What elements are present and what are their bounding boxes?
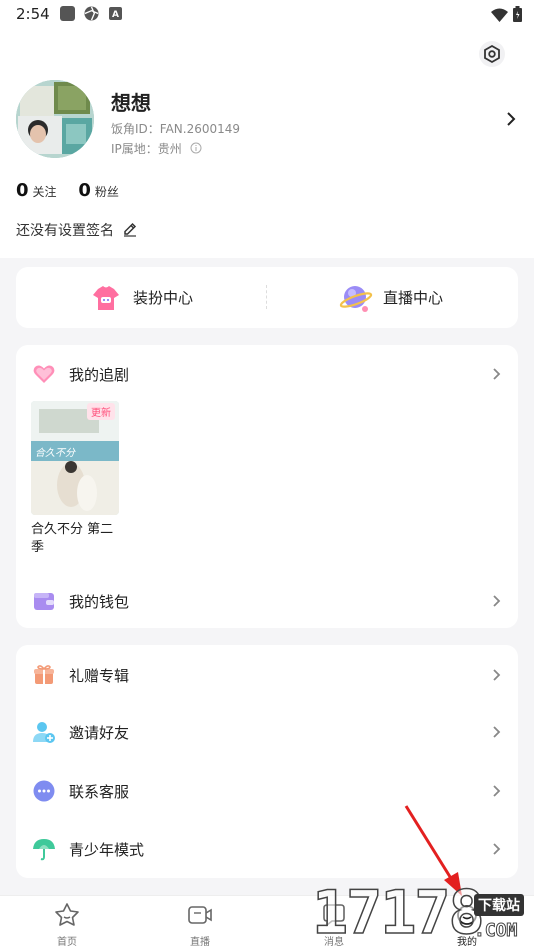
chevron-right-icon <box>493 726 501 738</box>
profile-header: 2:54 A 想想 饭角ID：FAN.2600149 IP属地：贵州 0 关注 … <box>0 0 534 258</box>
shirt-icon <box>93 285 119 310</box>
wallet-row[interactable]: 我的钱包 <box>16 573 518 629</box>
follow-stats: 0 关注 0 粉丝 <box>16 180 137 201</box>
signature-text: 还没有设置签名 <box>16 223 114 239</box>
quick-links-card: 装扮中心 直播中心 <box>16 267 518 328</box>
drama-poster: 合久不分 更新 <box>31 401 119 515</box>
invite-friends-label: 邀请好友 <box>69 724 130 742</box>
watermark-site: 下载站 <box>474 894 524 916</box>
wallet-icon <box>34 593 54 610</box>
following-count: 0 <box>16 180 29 201</box>
gift-icon <box>34 665 54 684</box>
heart-icon <box>33 365 55 383</box>
battery-icon <box>513 6 522 22</box>
planet-icon <box>339 285 373 312</box>
watermark-domain: .COM <box>473 920 518 942</box>
following-label: 关注 <box>32 185 57 199</box>
star-home-icon <box>55 903 79 926</box>
drama-title: 合久不分 第二季 <box>31 522 114 555</box>
tab-live[interactable]: 直播 <box>165 896 235 950</box>
wifi-icon <box>490 8 508 22</box>
settings-button[interactable] <box>479 41 505 67</box>
my-drama-row[interactable]: 我的追剧 <box>16 346 518 402</box>
live-center-button[interactable]: 直播中心 <box>339 267 443 328</box>
my-drama-label: 我的追剧 <box>69 366 130 384</box>
site-watermark: 17178 下载站 .COM <box>311 860 534 950</box>
watermark-number: 17178 <box>311 877 485 949</box>
umbrella-icon <box>33 839 55 861</box>
tab-live-label: 直播 <box>190 937 210 948</box>
user-id-label: 饭角ID： <box>111 122 160 136</box>
fans-count: 0 <box>78 180 91 201</box>
quick-links-divider <box>266 285 267 309</box>
teen-mode-label: 青少年模式 <box>69 841 145 859</box>
fans-stat[interactable]: 0 粉丝 <box>78 180 119 201</box>
chevron-right-icon <box>493 843 501 855</box>
aperture-icon <box>84 6 99 21</box>
settings-menu-card: 礼赠专辑 邀请好友 联系客服 青少年模式 <box>16 645 518 878</box>
ip-location-line: IP属地：贵州 <box>111 140 202 157</box>
chat-icon <box>33 780 55 802</box>
following-stat[interactable]: 0 关注 <box>16 180 57 201</box>
customer-service-label: 联系客服 <box>69 783 130 801</box>
drama-wallet-card: 我的追剧 合久不分 更新 合久不分 第二季 我的钱包 <box>16 345 518 628</box>
customer-service-row[interactable]: 联系客服 <box>16 763 518 819</box>
invite-friends-row[interactable]: 邀请好友 <box>16 704 518 760</box>
status-bar: 2:54 A <box>0 0 534 30</box>
edit-pencil-icon <box>124 222 137 237</box>
avatar[interactable] <box>16 80 94 158</box>
wallet-label: 我的钱包 <box>69 593 130 611</box>
drama-item[interactable]: 合久不分 更新 合久不分 第二季 <box>31 401 119 557</box>
avatar-collage-image <box>16 80 94 158</box>
update-badge: 更新 <box>87 403 115 420</box>
settings-hexagon-icon <box>484 44 500 64</box>
font-app-icon: A <box>109 7 122 20</box>
tab-home-label: 首页 <box>57 937 77 948</box>
live-center-label: 直播中心 <box>383 289 444 307</box>
video-icon <box>188 906 212 924</box>
user-id-value: FAN.2600149 <box>159 122 241 136</box>
drama-poster-title: 合久不分 <box>35 448 75 459</box>
signature-edit[interactable]: 还没有设置签名 <box>16 220 138 240</box>
app-notification-icon <box>60 6 75 21</box>
svg-text:A: A <box>112 10 119 20</box>
ip-label: IP属地： <box>111 142 158 156</box>
gift-album-row[interactable]: 礼赠专辑 <box>16 647 518 703</box>
status-time: 2:54 <box>16 5 50 23</box>
profile-chevron-right-icon[interactable] <box>504 110 518 128</box>
invite-user-icon <box>33 722 55 743</box>
gift-album-label: 礼赠专辑 <box>69 667 130 685</box>
chevron-right-icon <box>493 595 501 607</box>
user-name: 想想 <box>111 91 151 115</box>
tab-home[interactable]: 首页 <box>32 896 102 950</box>
chevron-right-icon <box>493 785 501 797</box>
dress-up-center-label: 装扮中心 <box>133 289 194 307</box>
info-icon[interactable] <box>190 142 202 154</box>
chevron-right-icon <box>493 368 501 380</box>
fans-label: 粉丝 <box>94 185 119 199</box>
chevron-right-icon <box>493 669 501 681</box>
dress-up-center-button[interactable]: 装扮中心 <box>89 267 193 328</box>
user-id-line: 饭角ID：FAN.2600149 <box>111 120 240 137</box>
ip-value: 贵州 <box>157 142 182 156</box>
